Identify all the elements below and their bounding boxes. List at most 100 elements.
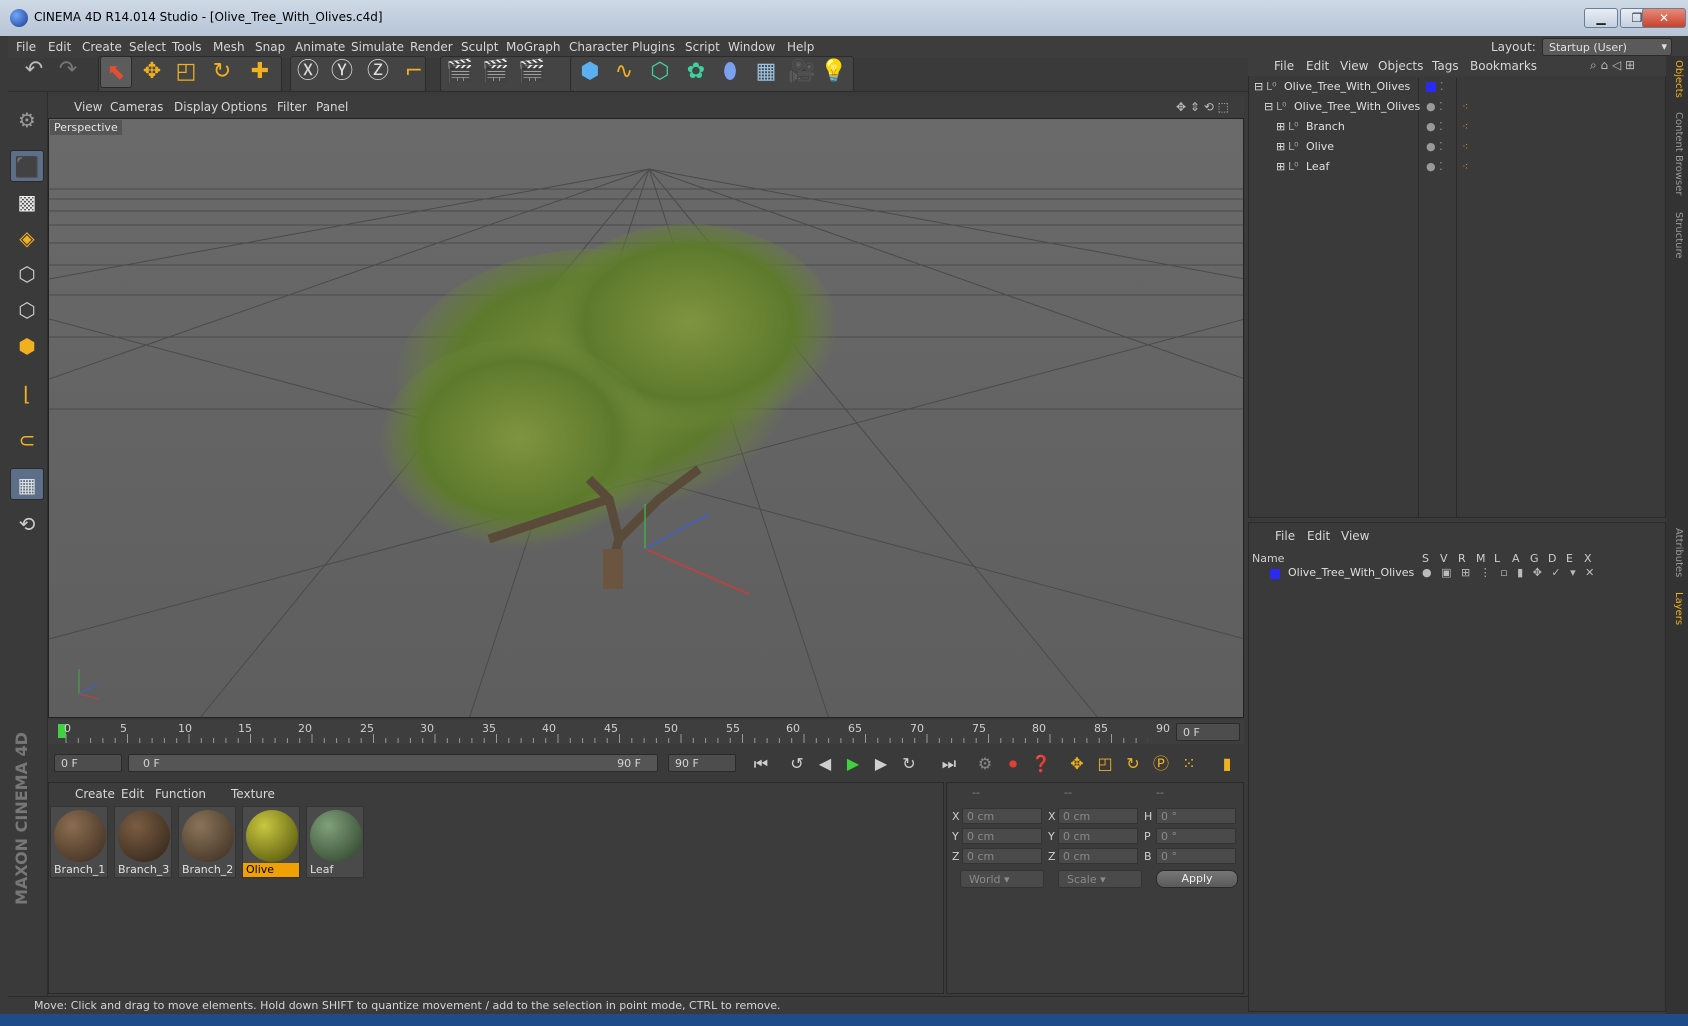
menu-simulate[interactable]: Simulate	[351, 40, 404, 54]
material-branch-3[interactable]: Branch_3	[114, 806, 172, 878]
viewport-menu-view[interactable]: View	[74, 100, 102, 114]
key-scale-icon[interactable]: ◰	[1092, 752, 1118, 776]
menu-edit[interactable]: Edit	[48, 40, 71, 54]
x-axis-icon[interactable]: Ⓧ	[292, 56, 324, 88]
viewport-menu-cameras[interactable]: Cameras	[110, 100, 163, 114]
key-position-icon[interactable]: ✥	[1064, 752, 1090, 776]
material-branch-1[interactable]: Branch_1	[50, 806, 108, 878]
pos-y-field[interactable]: 0 cm	[962, 828, 1042, 844]
mat-menu-edit[interactable]: Edit	[121, 787, 144, 801]
cube-icon[interactable]: ⬢	[574, 56, 606, 88]
coord-system-dropdown[interactable]: World ▾	[960, 870, 1044, 888]
polygons-mode-icon[interactable]: ⬢	[10, 330, 44, 362]
mat-menu-create[interactable]: Create	[75, 787, 115, 801]
record-keys-icon[interactable]: ⚙	[972, 752, 998, 776]
live-selection-icon[interactable]: ⬉	[100, 56, 132, 88]
obj-menu-view[interactable]: View	[1340, 59, 1368, 73]
object-row-root[interactable]: ⊟ L⁰ Olive_Tree_With_Olives ⁚	[1250, 80, 1664, 100]
axis-mode-icon[interactable]: ⌊	[10, 378, 44, 410]
x-axis-gizmo[interactable]	[644, 548, 750, 595]
undo-icon[interactable]: ↶	[18, 54, 50, 86]
workplane-lock-icon[interactable]: ▦	[10, 468, 44, 500]
layer-col-render[interactable]: R	[1458, 552, 1466, 565]
layer-col-generators[interactable]: G	[1530, 552, 1539, 565]
layer-col-animation[interactable]: A	[1512, 552, 1520, 565]
texture-mode-icon[interactable]: ▩	[10, 186, 44, 218]
coordinate-system-icon[interactable]: ⌐	[398, 56, 430, 88]
layer-menu-edit[interactable]: Edit	[1307, 529, 1330, 543]
viewport-menu-display[interactable]: Display	[174, 100, 218, 114]
menu-tools[interactable]: Tools	[172, 40, 202, 54]
menu-select[interactable]: Select	[129, 40, 166, 54]
visibility-dots-icon[interactable]: ● ⁚	[1426, 120, 1443, 133]
expand-icon[interactable]: ⊞	[1276, 120, 1285, 133]
obj-menu-objects[interactable]: Objects	[1378, 59, 1423, 73]
material-tag-icon[interactable]: ⁖	[1462, 140, 1468, 153]
tab-structure[interactable]: Structure	[1673, 212, 1684, 259]
size-y-field[interactable]: 0 cm	[1058, 828, 1138, 844]
next-key-icon[interactable]: ↻	[896, 752, 922, 776]
menu-sculpt[interactable]: Sculpt	[461, 40, 498, 54]
size-z-field[interactable]: 0 cm	[1058, 848, 1138, 864]
floor-icon[interactable]: ▦	[750, 56, 782, 88]
expand-icon[interactable]: ⊞	[1276, 160, 1285, 173]
viewport-menu-panel[interactable]: Panel	[316, 100, 348, 114]
start-frame-field[interactable]: 0 F	[54, 754, 122, 772]
make-editable-icon[interactable]: ⚙	[10, 104, 44, 136]
edges-mode-icon[interactable]: ⬡	[10, 294, 44, 326]
viewport-nav-icons[interactable]: ✥ ⇕ ⟲ ⬚	[1176, 100, 1229, 114]
redo-icon[interactable]: ↷	[52, 54, 84, 86]
y-axis-icon[interactable]: Ⓨ	[326, 56, 358, 88]
key-rotation-icon[interactable]: ↻	[1120, 752, 1146, 776]
layer-menu-file[interactable]: File	[1275, 529, 1295, 543]
prev-frame-icon[interactable]: ◀	[812, 752, 838, 776]
layer-col-view[interactable]: V	[1440, 552, 1448, 565]
prev-key-icon[interactable]: ↺	[784, 752, 810, 776]
layer-col-name[interactable]: Name	[1252, 552, 1284, 565]
menu-window[interactable]: Window	[728, 40, 775, 54]
menu-plugins[interactable]: Plugins	[632, 40, 675, 54]
layer-col-xref[interactable]: X	[1584, 552, 1592, 565]
pos-z-field[interactable]: 0 cm	[962, 848, 1042, 864]
add-tool-icon[interactable]: ✚	[244, 56, 276, 88]
snap-icon[interactable]: ⊂	[10, 424, 44, 456]
material-olive[interactable]: Olive	[242, 806, 300, 878]
visibility-dots-icon[interactable]: ● ⁚	[1426, 140, 1443, 153]
next-frame-icon[interactable]: ▶	[868, 752, 894, 776]
rot-b-field[interactable]: 0 °	[1156, 848, 1236, 864]
goto-end-icon[interactable]: ⏭	[936, 752, 962, 776]
viewport-menu-options[interactable]: Options	[221, 100, 267, 114]
menu-create[interactable]: Create	[82, 40, 122, 54]
rotate-tool-icon[interactable]: ↻	[206, 56, 238, 88]
render-view-icon[interactable]: 🎬	[444, 56, 476, 88]
material-tag-icon[interactable]: ⁖	[1462, 100, 1468, 113]
render-picture-viewer-icon[interactable]: 🎬	[480, 56, 512, 88]
tab-content-browser[interactable]: Content Browser	[1673, 112, 1684, 195]
autokey-icon[interactable]: ⏺	[1000, 752, 1026, 776]
move-tool-icon[interactable]: ✥	[136, 56, 168, 88]
workplane-mode-icon[interactable]: ◈	[10, 222, 44, 254]
obj-menu-bookmarks[interactable]: Bookmarks	[1470, 59, 1537, 73]
tab-layers[interactable]: Layers	[1673, 592, 1684, 625]
deformer-icon[interactable]: ⬮	[714, 56, 746, 88]
z-axis-icon[interactable]: Ⓩ	[362, 56, 394, 88]
mat-menu-function[interactable]: Function	[155, 787, 206, 801]
spline-icon[interactable]: ∿	[608, 56, 640, 88]
collapse-icon[interactable]: ⊟	[1264, 100, 1273, 113]
close-button[interactable]: ✕	[1642, 8, 1686, 28]
current-frame-field[interactable]: 0 F	[1176, 723, 1240, 741]
perspective-viewport[interactable]	[48, 118, 1244, 718]
menu-render[interactable]: Render	[410, 40, 453, 54]
layer-col-locked[interactable]: L	[1494, 552, 1500, 565]
array-icon[interactable]: ✿	[680, 56, 712, 88]
model-mode-icon[interactable]: ⬛	[10, 150, 44, 182]
menu-character[interactable]: Character	[569, 40, 628, 54]
visibility-dots-icon[interactable]: ● ⁚	[1426, 100, 1443, 113]
object-row-leaf[interactable]: ⊞ L⁰ Leaf ● ⁚ ⁖	[1250, 160, 1664, 180]
olive-tree-model[interactable]	[379, 224, 839, 589]
play-icon[interactable]: ▶	[840, 752, 866, 776]
camera-icon[interactable]: 🎥	[786, 56, 818, 88]
layer-row[interactable]: Olive_Tree_With_Olives ● ▣ ⊞ ⋮ ▫ ▮ ✥ ✓ ▾…	[1250, 566, 1664, 586]
tab-objects[interactable]: Objects	[1673, 60, 1684, 98]
minimize-button[interactable]: ▁	[1584, 8, 1618, 28]
